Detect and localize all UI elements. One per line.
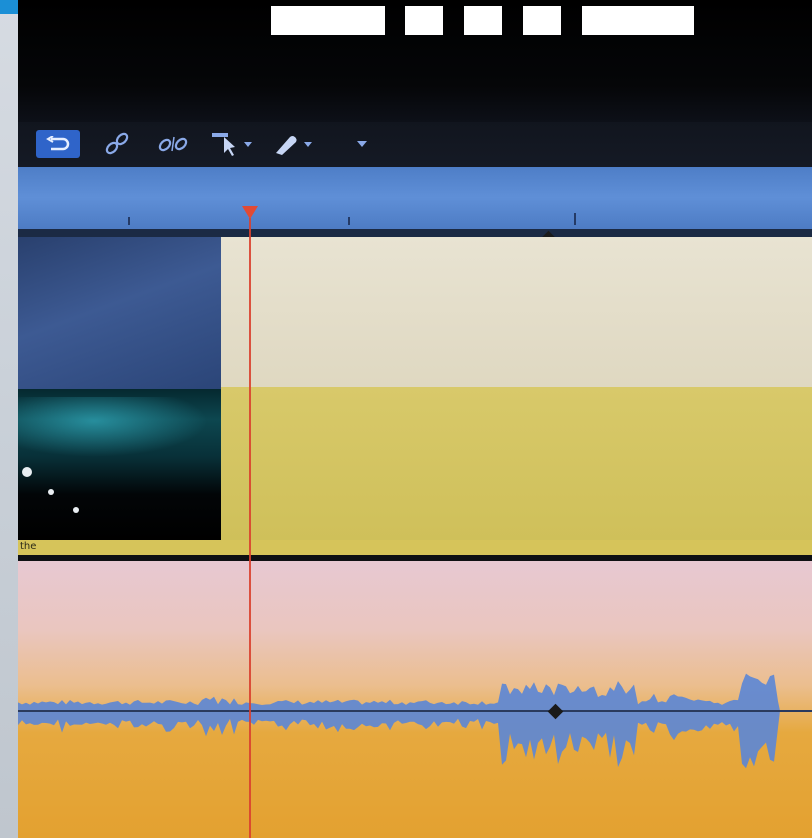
video-clip-upper[interactable]	[221, 237, 812, 387]
undo-icon	[45, 136, 71, 152]
ruler-tick	[348, 217, 350, 225]
select-tool-button[interactable]	[208, 130, 258, 158]
video-thumbnail-bottom	[18, 389, 221, 540]
video-track: the	[18, 237, 812, 556]
video-thumbnail-top	[18, 237, 221, 389]
waveform-shape	[18, 673, 780, 769]
ruler-baseline	[18, 229, 812, 237]
audio-waveform	[18, 673, 812, 769]
razor-tool-button[interactable]	[268, 130, 318, 158]
left-window-edge	[0, 0, 18, 838]
razor-tool-icon	[270, 131, 316, 157]
timeline-toolbar	[18, 122, 812, 167]
thumbnail-light-spot	[73, 507, 79, 513]
unlink-button[interactable]	[152, 130, 196, 158]
chevron-down-icon	[355, 139, 369, 149]
playhead-handle[interactable]	[242, 206, 258, 219]
thumbnail-light-spot	[22, 467, 32, 477]
redacted-title-block-3	[464, 6, 502, 35]
thumbnail-highlight	[18, 397, 208, 457]
redacted-title-block-4	[523, 6, 561, 35]
thumbnail-light-spot	[48, 489, 54, 495]
ruler-tick	[574, 213, 576, 225]
title-area	[18, 0, 812, 122]
more-dropdown-button[interactable]	[350, 130, 374, 158]
select-tool-icon	[210, 131, 256, 157]
undo-button[interactable]	[36, 130, 80, 158]
window-accent	[0, 0, 18, 14]
video-clip-label-bar: the	[18, 540, 812, 556]
ruler-tick	[128, 217, 130, 225]
playhead-line[interactable]	[249, 218, 251, 838]
video-clip-lower[interactable]	[221, 387, 812, 540]
unlink-icon	[154, 133, 194, 155]
timeline-ruler[interactable]	[18, 167, 812, 235]
audio-track[interactable]	[18, 561, 812, 838]
redacted-title-block-2	[405, 6, 443, 35]
link-icon	[103, 131, 131, 157]
redacted-title-block-5	[582, 6, 694, 35]
link-button[interactable]	[100, 130, 134, 158]
video-clip-label: the	[20, 541, 37, 552]
redacted-title-block-1	[271, 6, 385, 35]
